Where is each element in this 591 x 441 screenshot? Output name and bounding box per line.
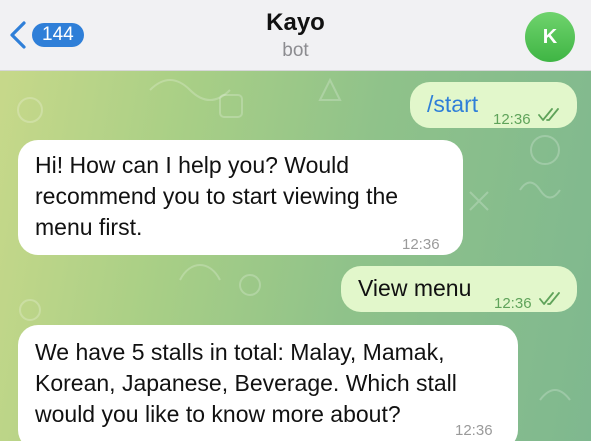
incoming-message[interactable]: We have 5 stalls in total: Malay, Mamak,… xyxy=(18,325,518,441)
message-time: 12:36 xyxy=(494,295,532,312)
message-line: would you like to know more about? xyxy=(35,401,401,427)
chat-screen: 144 Kayo bot K /start 12:36 Hi! How can … xyxy=(0,0,591,441)
outgoing-message[interactable]: View menu 12:36 xyxy=(341,266,577,312)
read-checkmarks-icon xyxy=(538,108,559,121)
message-time: 12:36 xyxy=(402,236,440,253)
read-checkmarks-icon xyxy=(539,292,560,305)
message-time: 12:36 xyxy=(455,422,493,439)
message-line: menu first. xyxy=(35,214,143,240)
incoming-message[interactable]: Hi! How can I help you? Would recommend … xyxy=(18,140,463,255)
chat-header: 144 Kayo bot K xyxy=(0,0,591,71)
message-line: We have 5 stalls in total: Malay, Mamak, xyxy=(35,339,445,365)
avatar-initial: K xyxy=(542,25,558,48)
outgoing-message[interactable]: /start 12:36 xyxy=(410,82,577,128)
message-time: 12:36 xyxy=(493,111,531,128)
avatar[interactable]: K xyxy=(525,12,575,62)
chat-subtitle: bot xyxy=(282,40,309,61)
chat-title[interactable]: Kayo xyxy=(0,9,591,37)
message-text: /start xyxy=(427,91,479,117)
message-line: recommend you to start viewing the xyxy=(35,183,399,209)
message-text: View menu xyxy=(358,275,472,301)
message-line: Hi! How can I help you? Would xyxy=(35,152,350,178)
message-line: Korean, Japanese, Beverage. Which stall xyxy=(35,370,457,396)
